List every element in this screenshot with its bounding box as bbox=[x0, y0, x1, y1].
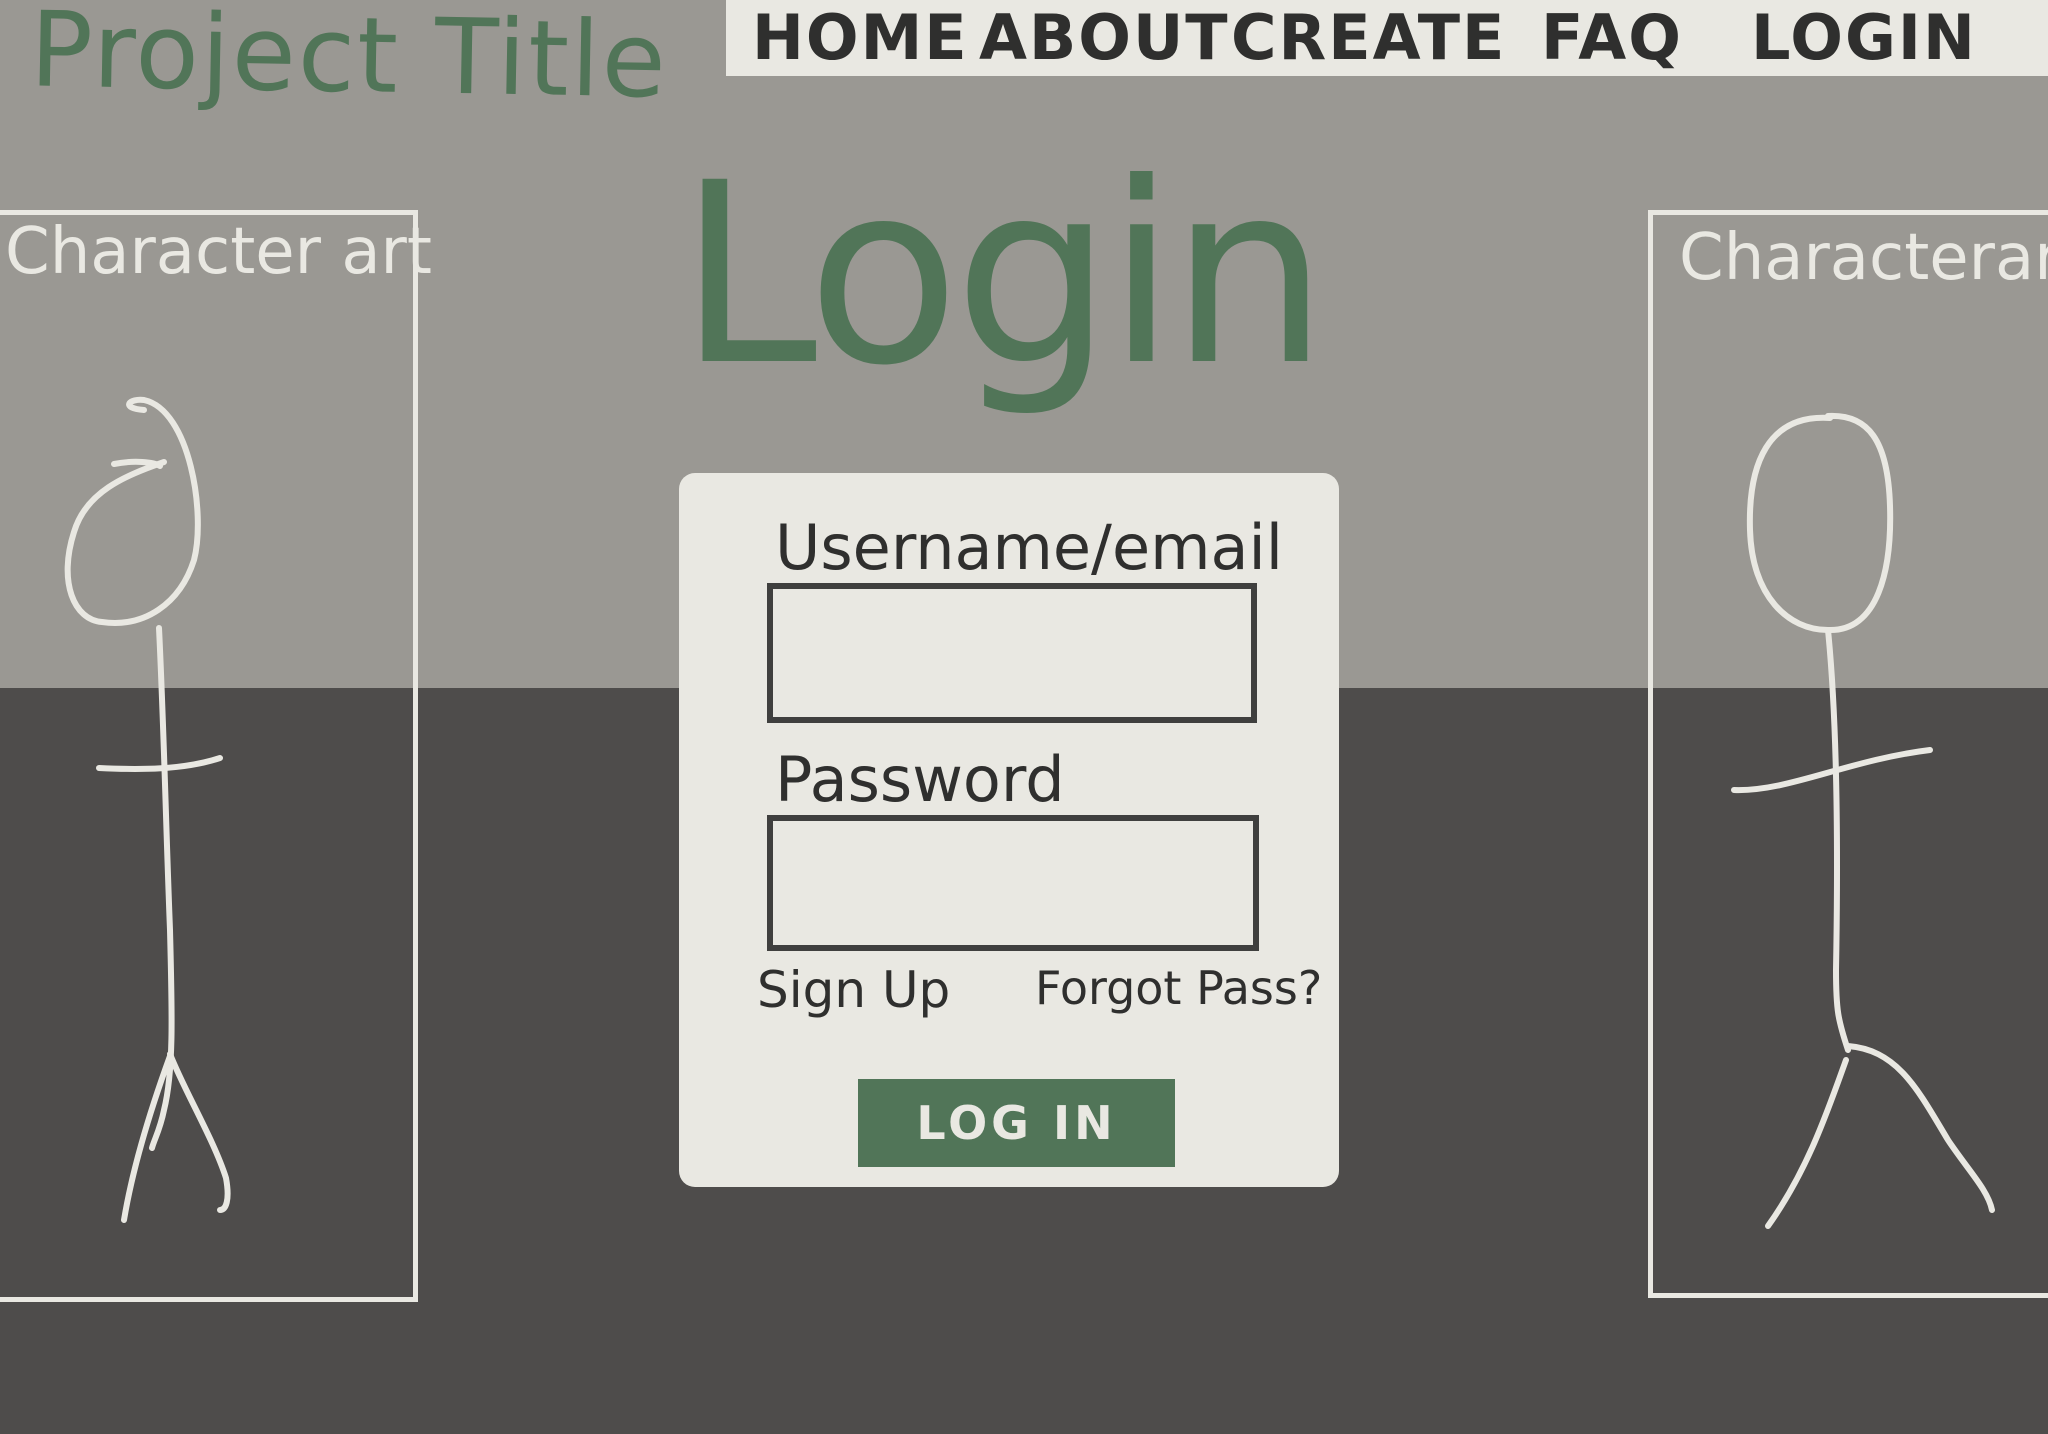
login-card: Username/email Password Sign Up Forgot P… bbox=[679, 473, 1339, 1187]
login-button[interactable]: LOG IN bbox=[858, 1079, 1175, 1167]
password-input[interactable] bbox=[767, 815, 1259, 951]
nav-create[interactable]: CREATE bbox=[1231, 0, 1506, 76]
right-character-art-panel: Characterart bbox=[1648, 210, 2048, 1298]
nav-login[interactable]: LOGIN bbox=[1751, 0, 1977, 76]
stick-figure-right-icon bbox=[1731, 412, 1995, 1229]
sign-up-link[interactable]: Sign Up bbox=[757, 961, 950, 1019]
stick-figure-left-icon bbox=[64, 396, 231, 1223]
page-heading: Login bbox=[678, 129, 1328, 420]
top-nav: HOME ABOUT CREATE FAQ LOGIN bbox=[726, 0, 2048, 76]
forgot-password-link[interactable]: Forgot Pass? bbox=[1035, 961, 1322, 1015]
password-label: Password bbox=[775, 743, 1065, 816]
nav-faq[interactable]: FAQ bbox=[1541, 0, 1683, 76]
nav-about[interactable]: ABOUT bbox=[979, 0, 1230, 76]
username-input[interactable] bbox=[767, 583, 1257, 723]
nav-home[interactable]: HOME bbox=[752, 0, 969, 76]
project-title[interactable]: Project Title bbox=[29, 0, 669, 122]
left-character-art-panel: Character art bbox=[0, 210, 432, 1302]
username-label: Username/email bbox=[775, 511, 1283, 584]
